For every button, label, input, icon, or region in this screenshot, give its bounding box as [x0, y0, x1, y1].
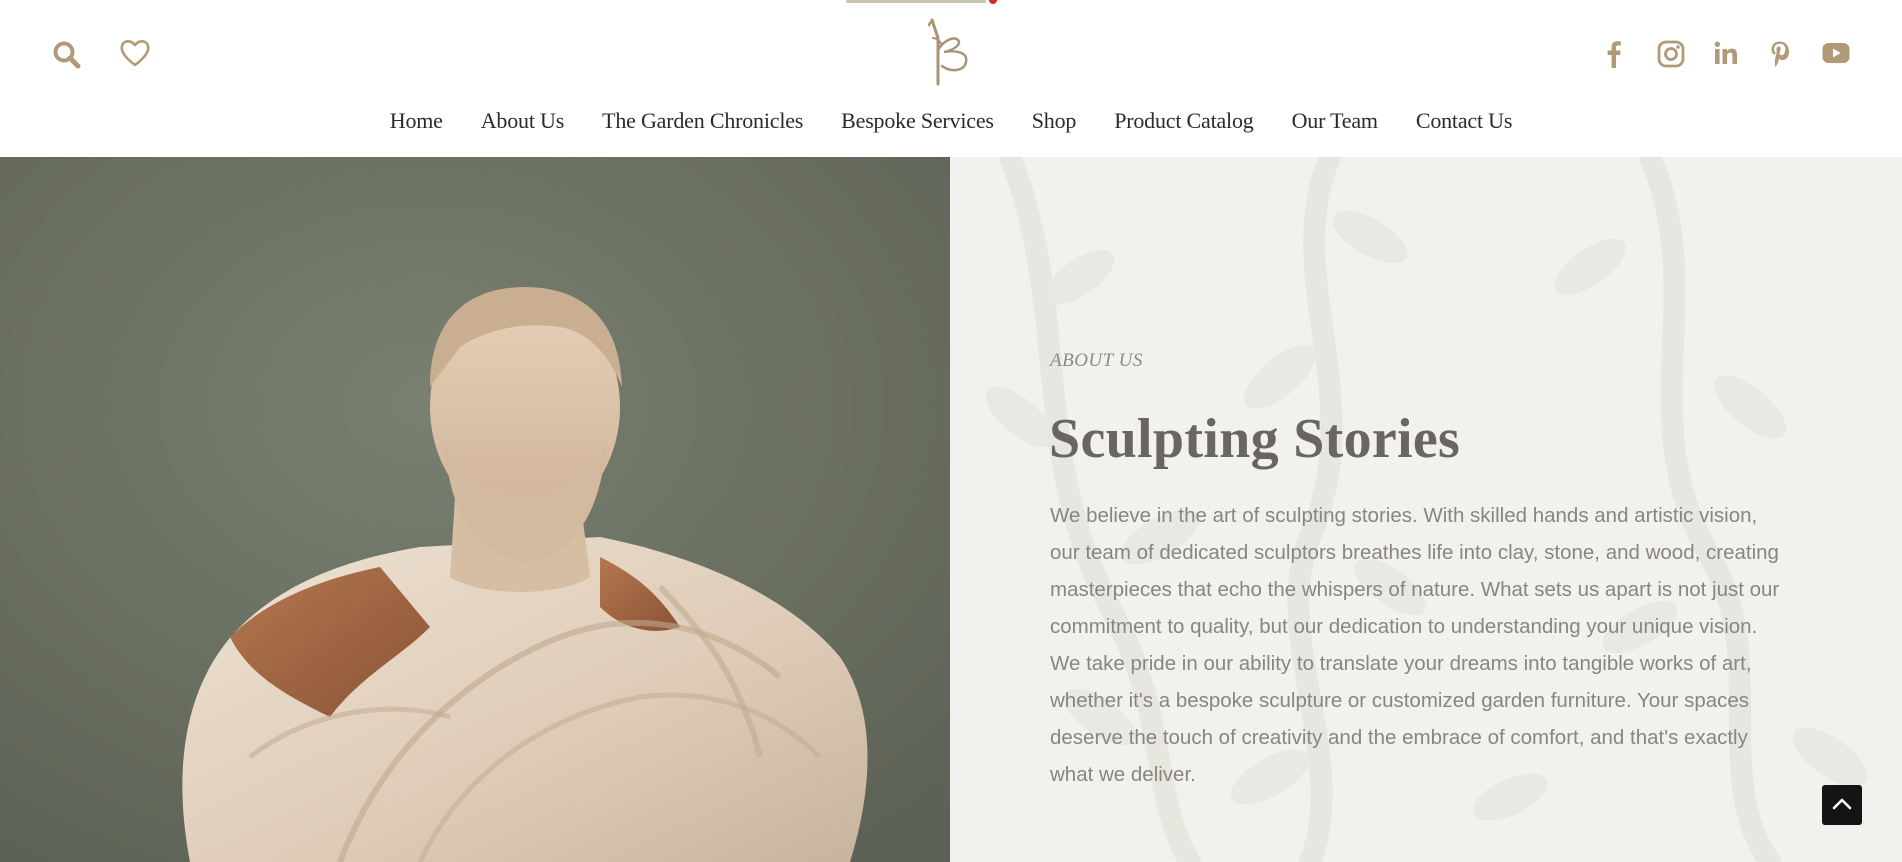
section-title: Sculpting Stories	[1049, 408, 1461, 470]
nav-item-our-team[interactable]: Our Team	[1273, 108, 1397, 134]
about-text-panel: ABOUT US Sculpting Stories We believe in…	[950, 157, 1902, 862]
nav-item-about-us[interactable]: About Us	[462, 108, 583, 134]
youtube-icon[interactable]	[1821, 38, 1851, 68]
nav-item-shop[interactable]: Shop	[1013, 108, 1095, 134]
search-icon[interactable]	[50, 38, 84, 72]
scroll-to-top-button[interactable]	[1822, 785, 1862, 825]
section-body: We believe in the art of sculpting stori…	[1050, 504, 1780, 786]
chevron-up-icon	[1832, 796, 1852, 815]
heart-icon[interactable]	[117, 36, 153, 70]
main-nav: Home About Us The Garden Chronicles Besp…	[0, 104, 1902, 138]
about-hero: ABOUT US Sculpting Stories We believe in…	[0, 157, 1902, 862]
pinterest-icon[interactable]	[1767, 38, 1793, 70]
kb-monogram-logo[interactable]	[914, 16, 986, 90]
nav-item-contact-us[interactable]: Contact Us	[1397, 108, 1531, 134]
site-header: Home About Us The Garden Chronicles Besp…	[0, 0, 1902, 157]
announcement-bar	[846, 0, 986, 3]
nav-item-product-catalog[interactable]: Product Catalog	[1095, 108, 1272, 134]
nav-item-the-garden-chronicles[interactable]: The Garden Chronicles	[583, 108, 822, 134]
announcement-dot	[989, 0, 997, 4]
marble-bust-image	[0, 157, 950, 862]
instagram-icon[interactable]	[1655, 38, 1687, 70]
facebook-icon[interactable]	[1601, 38, 1627, 70]
section-eyebrow: ABOUT US	[1050, 350, 1143, 371]
top-announcement-strip	[846, 0, 1006, 4]
linkedin-icon[interactable]	[1712, 38, 1740, 68]
nav-item-home[interactable]: Home	[371, 108, 462, 134]
nav-item-bespoke-services[interactable]: Bespoke Services	[822, 108, 1013, 134]
